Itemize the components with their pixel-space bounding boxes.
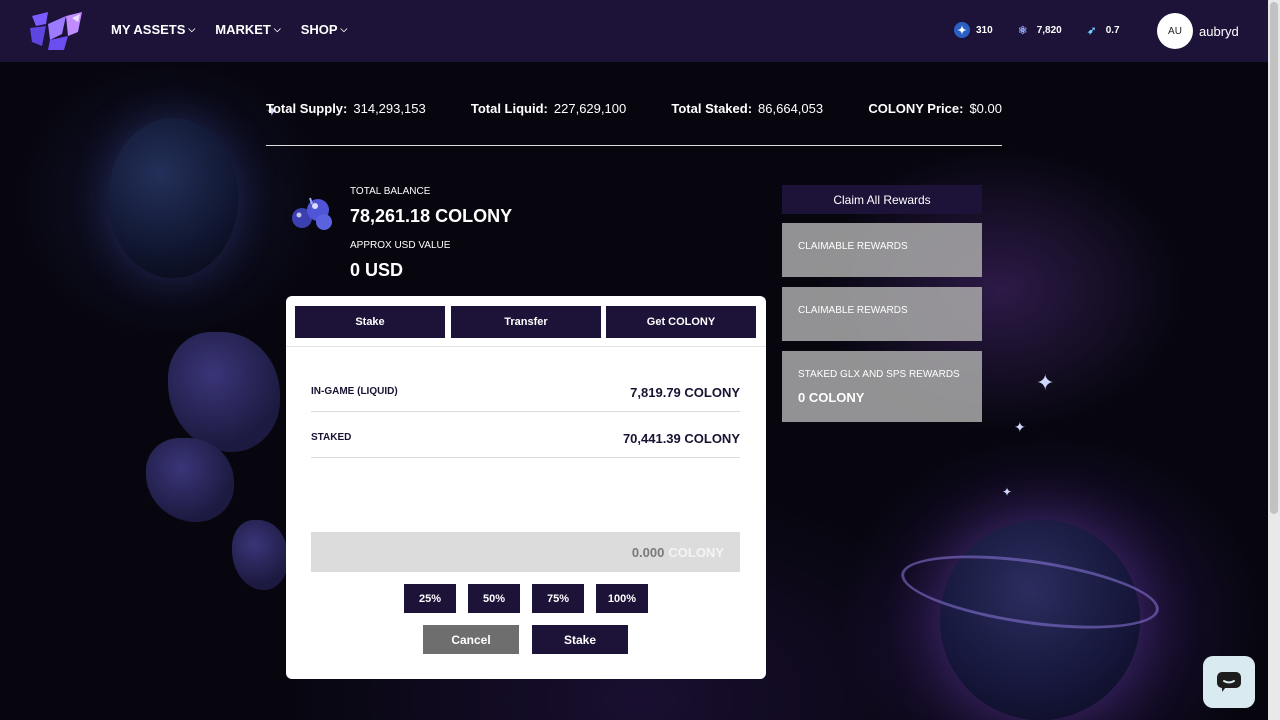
sparkle-icon: ✦ xyxy=(1002,485,1013,499)
balance-row-liquid: IN-GAME (LIQUID) 7,819.79 COLONY xyxy=(311,366,740,412)
divider xyxy=(266,145,1002,146)
colony-price-value: $0.00 xyxy=(969,101,1002,116)
reward-label: CLAIMABLE REWARDS xyxy=(798,305,908,316)
sparkle-icon: ✦ xyxy=(1036,370,1055,395)
amount-input[interactable]: 0.000 COLONY xyxy=(311,532,740,572)
amount-value: 0.000 xyxy=(631,544,665,560)
total-balance-value: 78,261.18 COLONY xyxy=(350,206,513,226)
reward-panel-2[interactable]: CLAIMABLE REWARDS xyxy=(782,287,982,341)
chat-support-button[interactable] xyxy=(1203,656,1255,708)
chevron-down-icon: ⌵ xyxy=(340,24,348,34)
tab-get-colony[interactable]: Get COLONY xyxy=(606,306,756,338)
colony-token-icon: ⚛ xyxy=(1017,24,1028,37)
tab-stake[interactable]: Stake xyxy=(295,306,445,338)
stat-colony-token[interactable]: ⚛ 7,820 xyxy=(1015,22,1062,38)
colony-coin-icon xyxy=(292,197,332,230)
chevron-down-icon: ⌵ xyxy=(188,24,196,34)
usd-value-label: APPROX USD VALUE xyxy=(350,240,451,251)
percent-50-button[interactable]: 50% xyxy=(468,584,520,613)
username[interactable]: aubryd xyxy=(1199,24,1239,39)
rocket-token-icon: ➶ xyxy=(1087,24,1097,37)
row-label: STAKED xyxy=(311,432,352,443)
supply-stats-row: Total Supply: 314,293,153 Total Liquid: 22… xyxy=(266,101,1002,116)
cancel-button[interactable]: Cancel xyxy=(423,625,519,654)
total-liquid-label: Total Liquid: xyxy=(470,101,548,116)
colony-price-label: COLONY Price: xyxy=(868,101,964,116)
stat-rocket-token[interactable]: ➶ 0.7 xyxy=(1084,22,1120,38)
total-staked: Total Staked: 86,664,053 xyxy=(671,101,823,116)
reward-label: CLAIMABLE REWARDS xyxy=(798,241,908,252)
total-liquid: Total Liquid: 227,629,100 xyxy=(471,101,626,116)
total-balance-label: TOTAL BALANCE xyxy=(350,186,431,197)
stat-value: 0.7 xyxy=(1105,24,1120,36)
row-value: 70,441.39 COLONY xyxy=(622,431,740,446)
balance-row-staked: STAKED 70,441.39 COLONY xyxy=(311,412,740,458)
stat-value: 310 xyxy=(976,24,993,36)
colony-price: COLONY Price: $0.00 xyxy=(868,101,1002,116)
total-supply-value: 314,293,153 xyxy=(353,101,426,116)
reward-panel-3[interactable]: STAKED GLX AND SPS REWARDS 0 COLONY xyxy=(782,351,982,422)
percent-75-button[interactable]: 75% xyxy=(532,584,584,613)
scrollbar-thumb[interactable] xyxy=(1270,2,1278,514)
divider xyxy=(286,346,766,347)
menu-label: SHOP xyxy=(300,22,338,37)
reward-panel-1[interactable]: CLAIMABLE REWARDS xyxy=(782,223,982,277)
chevron-down-icon: ⌵ xyxy=(273,24,281,34)
staking-card: Stake Transfer Get COLONY IN-GAME (LIQUI… xyxy=(286,296,766,679)
percent-100-button[interactable]: 100% xyxy=(596,584,648,613)
total-staked-label: Total Staked: xyxy=(671,101,753,116)
total-supply: Total Supply: 314,293,153 xyxy=(266,101,426,116)
menu-my-assets[interactable]: MY ASSETS ⌵ xyxy=(111,22,195,37)
percent-25-button[interactable]: 25% xyxy=(404,584,456,613)
stake-button[interactable]: Stake xyxy=(532,625,628,654)
claim-all-rewards-button[interactable]: Claim All Rewards xyxy=(782,185,982,214)
planet-left-decoration xyxy=(108,118,238,278)
resource-stats: ✦ 310 ⚛ 7,820 ➶ 0.7 xyxy=(954,22,1120,38)
usd-value: 0 USD xyxy=(350,260,404,280)
total-staked-value: 86,664,053 xyxy=(758,101,824,116)
sparkle-icon: ✦ xyxy=(1014,419,1026,435)
total-supply-label: Total Supply: xyxy=(266,101,348,116)
game-logo-icon[interactable] xyxy=(28,10,84,52)
stat-star-token[interactable]: ✦ 310 xyxy=(954,22,993,38)
total-liquid-value: 227,629,100 xyxy=(553,101,627,116)
menu-label: MY ASSETS xyxy=(111,22,186,37)
row-label: IN-GAME (LIQUID) xyxy=(311,386,398,397)
star-token-icon: ✦ xyxy=(954,22,970,38)
amount-unit: COLONY xyxy=(668,544,724,560)
stat-value: 7,820 xyxy=(1036,24,1062,36)
menu-market[interactable]: MARKET ⌵ xyxy=(215,22,280,37)
row-value: 7,819.79 COLONY xyxy=(630,385,740,400)
avatar[interactable]: AU xyxy=(1157,13,1193,49)
top-navbar: MY ASSETS ⌵ MARKET ⌵ SHOP ⌵ ✦ 310 ⚛ 7,82… xyxy=(0,0,1268,62)
menu-label: MARKET xyxy=(215,22,271,37)
menu-shop[interactable]: SHOP ⌵ xyxy=(301,22,348,37)
reward-value: 0 COLONY xyxy=(798,390,865,405)
main-menu: MY ASSETS ⌵ MARKET ⌵ SHOP ⌵ xyxy=(111,22,347,37)
chat-bubble-icon xyxy=(1217,672,1241,692)
tab-transfer[interactable]: Transfer xyxy=(451,306,601,338)
reward-label: STAKED GLX AND SPS REWARDS xyxy=(798,369,960,380)
